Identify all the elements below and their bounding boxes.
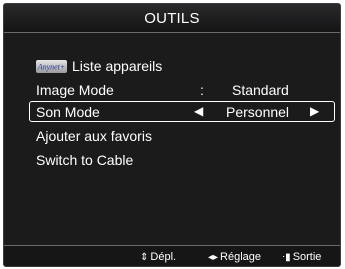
exit-icon: ⋅▮ [282,252,291,263]
updown-arrows-icon: ⇕ [140,252,149,263]
leftright-arrows-icon: ◂▸ [208,252,219,263]
anynet-logo-text: Anynet+ [37,62,66,71]
arrow-right-icon[interactable]: ▶ [310,104,319,118]
hint-move-label: Dépl. [150,251,177,263]
hint-move: ⇕ Dépl. [140,251,176,263]
menu-title: OUTILS [144,10,200,27]
switch-cable-label: Switch to Cable [36,152,134,168]
title-bar: OUTILS [4,4,340,33]
hint-exit: ⋅▮ Sortie [282,251,321,263]
hint-adjust: ◂▸ Réglage [208,251,261,263]
image-mode-value: Standard [232,82,289,98]
menu-item-switch-cable[interactable]: Switch to Cable [4,149,340,171]
tools-menu-window: OUTILS Anynet+ Liste appareils Image Mod… [3,3,341,267]
menu-item-device-list[interactable]: Anynet+ Liste appareils [4,55,340,77]
menu-item-sound-mode[interactable]: Son Mode ◀ Personnel ▶ [4,101,340,123]
arrow-left-icon[interactable]: ◀ [194,104,203,118]
menu-item-image-mode[interactable]: Image Mode : Standard [4,79,340,101]
sound-mode-label: Son Mode [36,104,100,120]
device-list-label: Liste appareils [72,58,163,74]
image-mode-separator: : [200,82,204,98]
sound-mode-value: Personnel [226,104,290,120]
button-guide-bar: ⇕ Dépl. ◂▸ Réglage ⋅▮ Sortie [4,245,340,266]
anynet-logo: Anynet+ [36,59,67,73]
image-mode-label: Image Mode [36,82,114,98]
add-favorites-label: Ajouter aux favoris [36,128,152,144]
menu-item-add-favorites[interactable]: Ajouter aux favoris [4,125,340,147]
hint-exit-label: Sortie [292,251,322,263]
hint-adjust-label: Réglage [220,251,262,263]
